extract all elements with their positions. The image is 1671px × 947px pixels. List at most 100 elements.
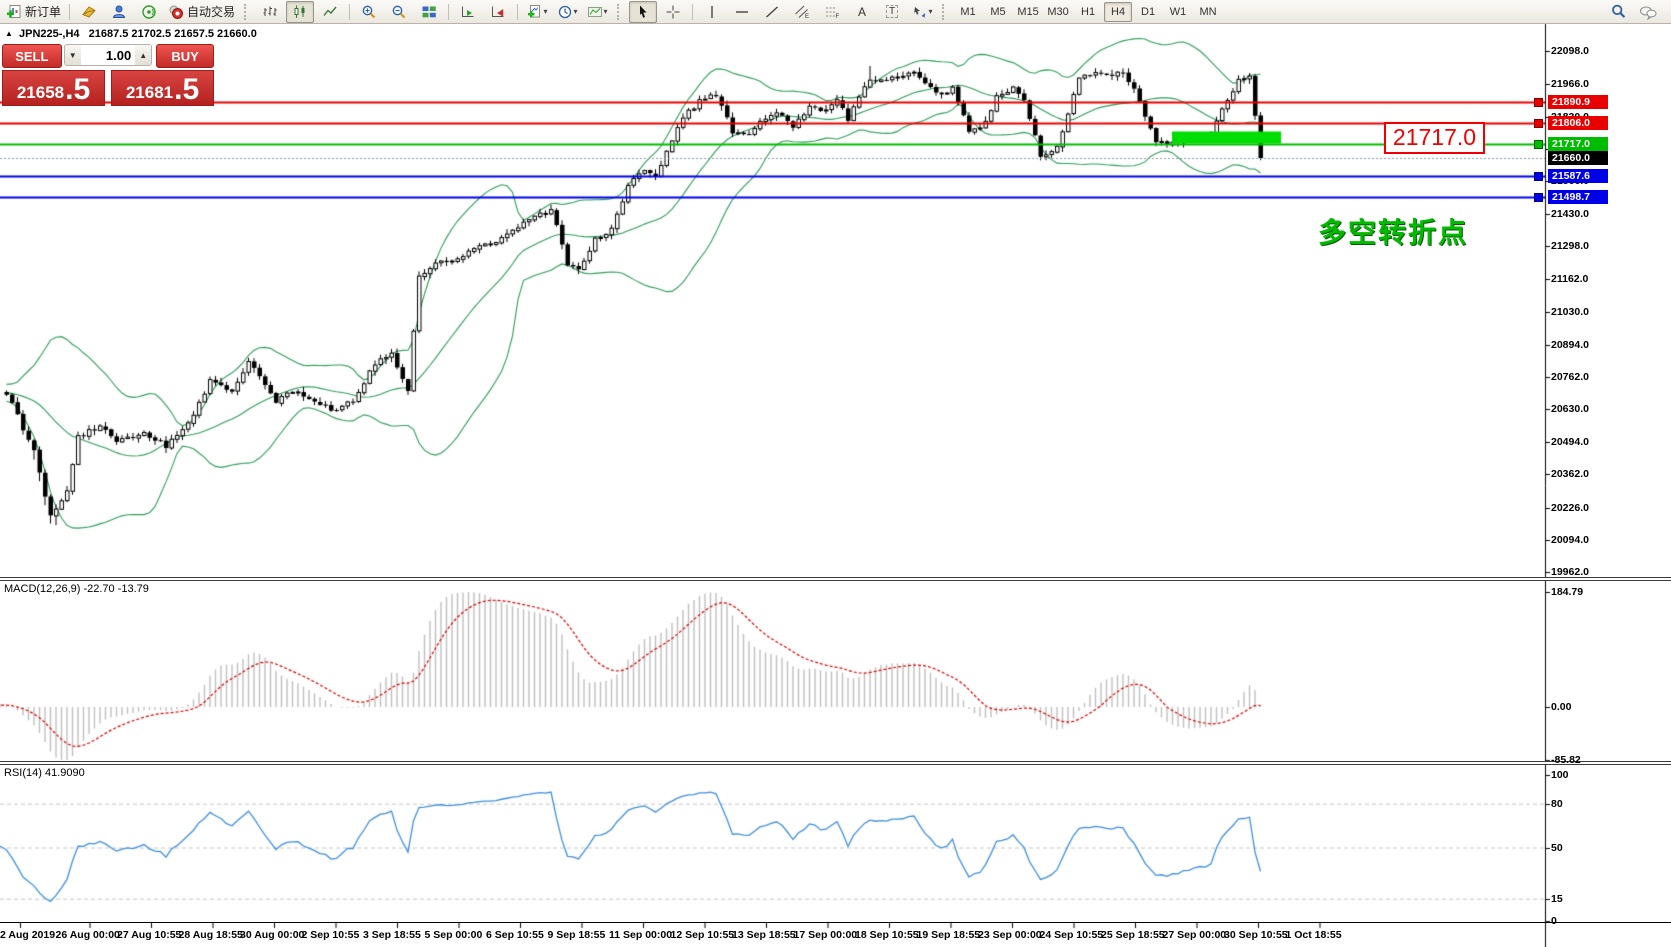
macd-axis-tick: 184.79 [1551, 586, 1583, 598]
level-line-handle[interactable] [1534, 193, 1543, 202]
rsi-axis-tick: 0 [1551, 915, 1557, 927]
price-tag-21717.0[interactable]: 21717.0 [1548, 137, 1608, 151]
line-chart-button[interactable] [316, 1, 344, 23]
trade-panel-row: SELL ▼ ▲ BUY [2, 44, 214, 68]
pane-splitter-macd[interactable] [0, 577, 1671, 581]
volume-up-button[interactable]: ▲ [135, 45, 151, 65]
trendline-tool-button[interactable] [758, 1, 786, 23]
vline-tool-button[interactable] [698, 1, 726, 23]
arrows-tool-button[interactable]: ▾ [908, 1, 936, 23]
price-axis-tick: 22098.0 [1551, 45, 1589, 57]
volume-down-button[interactable]: ▼ [65, 45, 81, 65]
level-line-handle[interactable] [1534, 140, 1543, 149]
search-icon [1610, 3, 1627, 20]
autotrade-label: 自动交易 [187, 3, 235, 20]
sell-price-display[interactable]: 21658 .5 [2, 70, 105, 106]
chat-button[interactable] [1634, 1, 1662, 23]
time-axis-label: 19 Sep 18:55 [917, 929, 981, 941]
volume-input[interactable] [81, 47, 136, 64]
timeframe-button-m1[interactable]: M1 [954, 2, 982, 22]
price-tag-21806.0[interactable]: 21806.0 [1548, 116, 1608, 130]
gold-book-icon [81, 4, 97, 20]
text-label-tool-button[interactable]: T [878, 1, 906, 23]
price-axis-tick: 20362.0 [1551, 468, 1589, 480]
fibonacci-tool-button[interactable]: F [818, 1, 846, 23]
timeframe-button-m5[interactable]: M5 [984, 2, 1012, 22]
timeframe-button-m30[interactable]: M30 [1044, 2, 1072, 22]
timeframe-button-m15[interactable]: M15 [1014, 2, 1042, 22]
price-axis-tick: 21162.0 [1551, 273, 1588, 285]
price-callout-box[interactable]: 21717.0 [1384, 122, 1485, 154]
toolbar-handle [942, 4, 948, 20]
level-line-handle[interactable] [1534, 98, 1543, 107]
sell-price-frac: .5 [65, 77, 90, 103]
indicators-button[interactable]: ▾ [523, 1, 551, 23]
bar-chart-icon [262, 4, 278, 20]
timeframe-button-mn[interactable]: MN [1194, 2, 1222, 22]
main-toolbar: 新订单 [0, 0, 1671, 24]
search-button[interactable] [1604, 1, 1632, 23]
bar-chart-button[interactable] [256, 1, 284, 23]
timeframe-button-h4[interactable]: H4 [1104, 2, 1132, 22]
price-axis-tick: 21298.0 [1551, 240, 1589, 252]
price-tag-21498.7[interactable]: 21498.7 [1548, 190, 1608, 204]
buy-price-display[interactable]: 21681 .5 [111, 70, 214, 106]
rsi-axis-tick: 80 [1551, 798, 1563, 810]
price-axis-tick: 20894.0 [1551, 339, 1589, 351]
tile-windows-icon [421, 4, 437, 20]
crosshair-tool-button[interactable] [659, 1, 687, 23]
price-axis-tick: 21030.0 [1551, 306, 1589, 318]
period-button[interactable]: ▾ [553, 1, 581, 23]
auto-scroll-button[interactable] [454, 1, 482, 23]
tile-windows-button[interactable] [415, 1, 443, 23]
time-axis-label: 6 Sep 10:55 [486, 929, 544, 941]
time-axis-label: 11 Sep 00:00 [609, 929, 672, 941]
autotrade-button[interactable]: 自动交易 [165, 1, 238, 23]
arrows-icon [912, 4, 928, 20]
price-axis-tick: 20226.0 [1551, 502, 1589, 514]
time-axis-label: 9 Sep 18:55 [548, 929, 606, 941]
time-axis-label: 28 Aug 18:55 [179, 929, 243, 941]
profile-button[interactable] [105, 1, 133, 23]
price-tag-21890.9[interactable]: 21890.9 [1548, 95, 1608, 109]
time-axis-label: 13 Sep 18:55 [732, 929, 796, 941]
time-axis-label: 23 Sep 00:00 [978, 929, 1042, 941]
price-tag-21660.0[interactable]: 21660.0 [1548, 151, 1608, 165]
rsi-label: RSI(14) 41.9090 [4, 767, 85, 779]
buy-button[interactable]: BUY [156, 44, 214, 68]
chart-shift-button[interactable] [484, 1, 512, 23]
timeframe-button-h1[interactable]: H1 [1074, 2, 1102, 22]
sell-button[interactable]: SELL [2, 44, 62, 68]
hline-tool-button[interactable] [728, 1, 756, 23]
time-axis-label: 12 Sep 10:55 [671, 929, 735, 941]
sell-price-int: 21658 [17, 83, 64, 103]
rsi-axis-tick: 100 [1551, 769, 1569, 781]
level-line-handle[interactable] [1534, 172, 1543, 181]
price-axis-tick: 21430.0 [1551, 208, 1589, 220]
cursor-tool-button[interactable] [629, 1, 657, 23]
horizontal-line-icon [734, 4, 750, 20]
new-order-icon [6, 4, 22, 20]
text-tool-button[interactable]: A [848, 1, 876, 23]
candlestick-chart-button[interactable] [286, 1, 314, 23]
zoom-in-button[interactable] [355, 1, 383, 23]
equidistant-channel-button[interactable]: E [788, 1, 816, 23]
pane-splitter-rsi[interactable] [0, 761, 1671, 765]
price-axis-tick: 20630.0 [1551, 403, 1589, 415]
new-order-button[interactable]: 新订单 [3, 1, 64, 23]
time-axis-label: 2 Aug 2019 [0, 929, 55, 941]
indicators-icon [527, 4, 543, 20]
volume-spinner: ▼ ▲ [64, 44, 153, 66]
market-watch-button[interactable] [75, 1, 103, 23]
templates-button[interactable]: ▾ [583, 1, 611, 23]
signal-icon [141, 4, 157, 20]
chat-icon [1639, 4, 1657, 20]
timeframe-button-d1[interactable]: D1 [1134, 2, 1162, 22]
price-tag-21587.6[interactable]: 21587.6 [1548, 169, 1608, 183]
level-line-handle[interactable] [1534, 119, 1543, 128]
zoom-out-icon [391, 4, 407, 20]
zoom-out-button[interactable] [385, 1, 413, 23]
time-axis-label: 30 Sep 10:55 [1224, 929, 1288, 941]
signals-button[interactable] [135, 1, 163, 23]
timeframe-button-w1[interactable]: W1 [1164, 2, 1192, 22]
